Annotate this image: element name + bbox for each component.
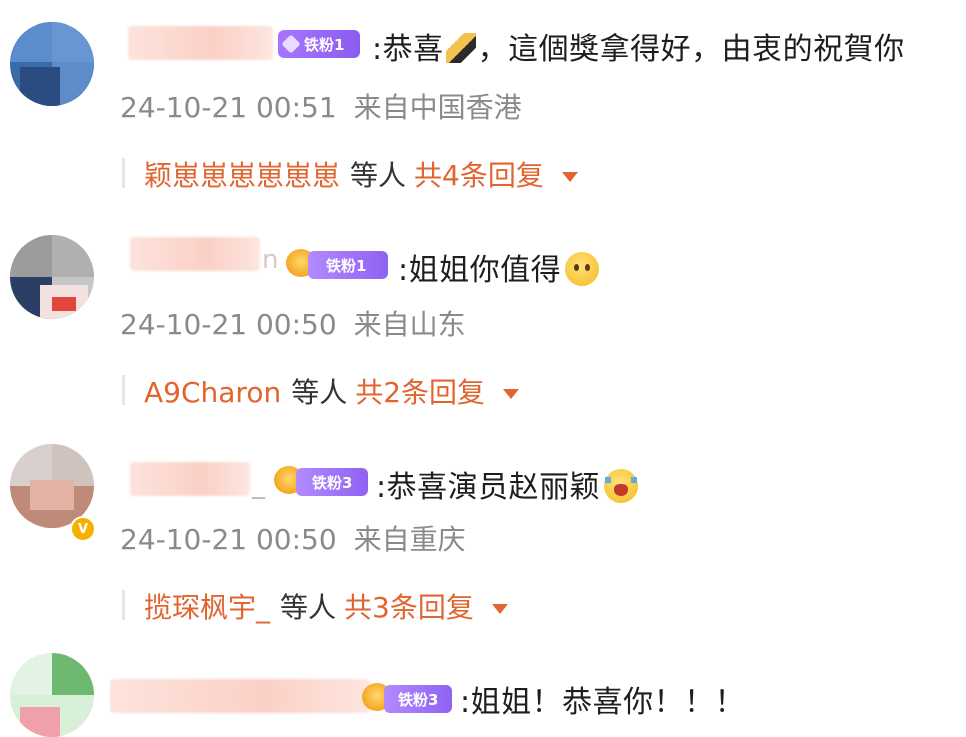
reply-user[interactable]: 颖崽崽崽崽崽崽 — [144, 159, 340, 192]
comment-meta: 24-10-21 00:50 来自重庆 — [120, 523, 466, 556]
reply-divider — [122, 158, 125, 188]
comment-text: :恭喜 ，這個獎拿得好，由衷的祝賀你 — [372, 32, 905, 67]
reply-count[interactable]: 共2条回复 — [355, 376, 485, 409]
reply-count[interactable]: 共4条回复 — [414, 159, 544, 192]
reply-divider — [122, 590, 125, 620]
comment-item: V _ 铁粉3 :恭喜演员赵丽颖 24-10-21 00:50 来自重庆 揽琛枫… — [0, 430, 966, 645]
comment-item: 铁粉3 :姐姐！恭喜你！！！ — [0, 645, 966, 737]
username-blurred[interactable] — [130, 237, 260, 271]
reply-divider — [122, 375, 125, 405]
reply-summary[interactable]: 颖崽崽崽崽崽崽 等人 共4条回复 — [144, 154, 578, 194]
sad-face-icon — [565, 252, 600, 286]
comment-meta: 24-10-21 00:50 来自山东 — [120, 308, 466, 341]
username-blurred[interactable] — [110, 679, 370, 713]
fan-badge[interactable]: 铁粉3 — [384, 685, 452, 713]
avatar[interactable] — [10, 235, 94, 319]
reply-user[interactable]: 揽琛枫宇_ — [144, 591, 270, 624]
chevron-down-icon[interactable] — [561, 172, 578, 182]
fan-badge[interactable]: 铁粉1 — [308, 251, 388, 279]
avatar[interactable] — [10, 22, 94, 106]
pencil-icon — [445, 33, 476, 63]
verified-icon: V — [70, 516, 96, 542]
comment-meta: 24-10-21 00:51 来自中国香港 — [120, 91, 522, 124]
username-suffix[interactable]: n — [262, 245, 279, 275]
username-blurred[interactable] — [130, 462, 250, 496]
comment-item: n 铁粉1 :姐姐你值得 24-10-21 00:50 来自山东 A9Charo… — [0, 215, 966, 430]
gem-icon — [281, 34, 301, 54]
comment-item: 铁粉1 :恭喜 ，這個獎拿得好，由衷的祝賀你 24-10-21 00:51 来自中… — [0, 0, 966, 215]
chevron-down-icon[interactable] — [491, 604, 508, 614]
reply-count[interactable]: 共3条回复 — [344, 591, 474, 624]
comment-text: :恭喜演员赵丽颖 — [376, 462, 639, 506]
comment-text: :姐姐！恭喜你！！！ — [460, 685, 746, 720]
crying-face-icon — [604, 469, 639, 503]
username-blurred[interactable] — [128, 26, 273, 60]
fan-badge[interactable]: 铁粉3 — [296, 468, 368, 496]
comment-text: :姐姐你值得 — [398, 245, 600, 289]
reply-summary[interactable]: A9Charon 等人 共2条回复 — [144, 371, 520, 411]
chevron-down-icon[interactable] — [503, 389, 520, 399]
fan-badge[interactable]: 铁粉1 — [278, 30, 360, 58]
reply-user[interactable]: A9Charon — [144, 376, 281, 409]
avatar[interactable] — [10, 653, 94, 737]
username-suffix[interactable]: _ — [252, 470, 266, 500]
reply-summary[interactable]: 揽琛枫宇_ 等人 共3条回复 — [144, 586, 508, 626]
